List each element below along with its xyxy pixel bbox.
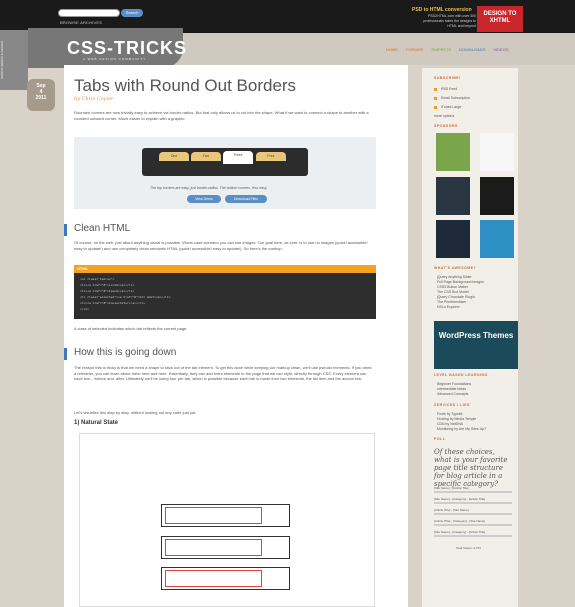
site-tagline: A WEB DESIGN COMMUNITY xyxy=(83,57,147,61)
email-icon xyxy=(434,97,437,100)
sponsor-ad[interactable] xyxy=(480,177,514,215)
awesome-item[interactable]: HSLa Explorer xyxy=(437,305,460,309)
search-button[interactable]: Search xyxy=(121,9,143,17)
awesome-item[interactable]: CSS3 Button Maker xyxy=(437,285,468,289)
nav-downloads[interactable]: DOWNLOADS xyxy=(459,47,485,52)
section-marker xyxy=(64,224,67,236)
poll-bar xyxy=(434,535,512,537)
awesome-item[interactable]: jQuery Anything Slider xyxy=(437,275,472,279)
poll-option[interactable]: [Article Title] - [Category] - [Site Nam… xyxy=(434,519,485,523)
sub-rss[interactable]: RSS Feed xyxy=(441,87,457,91)
learning-heading: LEVEL BASED LEARNING xyxy=(434,373,488,377)
sponsor-ad[interactable] xyxy=(436,133,470,171)
sponsor-ad[interactable] xyxy=(436,220,470,258)
poll-bar xyxy=(434,513,512,515)
code-line: </ul> xyxy=(80,307,90,311)
sub-itunes[interactable]: iTunes Large xyxy=(441,105,461,109)
sponsor-ad[interactable] xyxy=(480,133,514,171)
service-item[interactable]: Hosting by Media Temple xyxy=(437,417,476,421)
poll-option[interactable]: [Site Name] - [Category] - [Article Titl… xyxy=(434,497,485,501)
poll-option[interactable]: [Site Name] - [Category] - [Article Titl… xyxy=(434,530,485,534)
awesome-heading: WHAT'S AWESOME? xyxy=(434,266,477,270)
itunes-icon xyxy=(434,106,437,109)
figure-row-inner xyxy=(165,539,262,556)
learning-item[interactable]: Advanced Concepts xyxy=(437,392,468,396)
download-files-button[interactable]: Download Files xyxy=(225,195,267,203)
subscribe-heading: SUBSCRIBE! xyxy=(434,76,461,80)
sponsor-ad[interactable] xyxy=(436,177,470,215)
demo-tab-three[interactable]: Three xyxy=(223,151,253,164)
side-ribbon: WORDS WEBSITE DESIGN xyxy=(0,30,28,90)
service-item[interactable]: CDN by NetDNA xyxy=(437,422,463,426)
demo-tab-two[interactable]: Two xyxy=(191,152,221,161)
poll-total: Total Voters: 4,374 xyxy=(456,546,481,550)
learning-item[interactable]: Intermediate Ideas xyxy=(437,387,466,391)
site-logo[interactable]: CSS-TRICKS xyxy=(67,38,187,59)
sponsors-heading: SPONSORS xyxy=(434,124,458,128)
search-input[interactable] xyxy=(58,9,120,17)
section-marker xyxy=(64,348,67,360)
awesome-item[interactable]: The CSS Box Model xyxy=(437,290,469,294)
heading-how: How this is going down xyxy=(74,347,177,358)
services-heading: SERVICES I LIKE xyxy=(434,403,471,407)
clean-html-paragraph: Of course, on the web, just about anythi… xyxy=(74,240,368,251)
sponsor-ad[interactable] xyxy=(480,220,514,258)
psd-ad-description: PSD2HTML.com with over 300 professionals… xyxy=(423,14,476,28)
intro-paragraph: Rounded corners are now trivially easy t… xyxy=(74,110,369,121)
service-item[interactable]: Monitoring by Are My Sites Up? xyxy=(437,427,486,431)
awesome-item[interactable]: Full Page Background Images xyxy=(437,280,484,284)
poll-question: Of these choices, what is your favorite … xyxy=(434,448,508,488)
poll-option[interactable]: [Site Name] - [Article Title] xyxy=(434,486,469,490)
figure-row-inner xyxy=(165,570,262,587)
psd-ad-title[interactable]: PSD to HTML conversion xyxy=(412,7,472,13)
nav-forums[interactable]: FORUMS xyxy=(406,47,423,52)
service-item[interactable]: Fonts by Typekit xyxy=(437,412,462,416)
date-year: 2011 xyxy=(35,95,47,101)
how-paragraph: The reason this is tricky is that we nee… xyxy=(74,365,372,381)
code-label: HTML xyxy=(74,265,376,273)
code-block[interactable]: <ul class="tabrow"> <li><a href="#">Lore… xyxy=(74,273,376,319)
poll-bar xyxy=(434,524,512,526)
date-badge: Sep 4 2011 xyxy=(27,79,55,111)
browse-archives-link[interactable]: BROWSE ARCHIVES xyxy=(60,20,102,25)
nav-videos[interactable]: VIDEOS xyxy=(493,47,508,52)
visualize-paragraph: Let's visualize this step by step, witho… xyxy=(74,410,197,415)
awesome-item[interactable]: The Printfriendlizer xyxy=(437,300,466,304)
post-title[interactable]: Tabs with Round Out Borders xyxy=(74,76,296,96)
awesome-item[interactable]: jQuery Chocolate Plugin xyxy=(437,295,475,299)
rss-icon xyxy=(434,88,437,91)
poll-bar xyxy=(434,491,512,493)
heading-clean-html: Clean HTML xyxy=(74,223,131,234)
post-byline[interactable]: by Chris Coyier xyxy=(74,96,113,102)
poll-bar xyxy=(434,502,512,504)
figure-row-inner xyxy=(165,507,262,524)
sub-email[interactable]: Email Subscription xyxy=(441,96,470,100)
wordpress-themes-ad[interactable]: WordPress Themes xyxy=(434,321,518,369)
demo-tab-four[interactable]: Four xyxy=(256,152,286,161)
demo-caption: The top corners are easy, just border-ra… xyxy=(150,186,268,190)
sub-more[interactable]: more options xyxy=(434,114,454,118)
code-note: A class of selected indicates which tab … xyxy=(74,326,188,331)
main-nav: HOME FORUMS SNIPPETS DOWNLOADS VIDEOS xyxy=(386,47,509,52)
heading-natural-state: 1) Natural State xyxy=(74,420,119,426)
demo-tab-one[interactable]: One xyxy=(159,152,189,161)
learning-item[interactable]: Beginner Foundations xyxy=(437,382,471,386)
poll-option[interactable]: [Article Title] - [Site Name] xyxy=(434,508,469,512)
poll-heading: POLL xyxy=(434,437,446,441)
nav-home[interactable]: HOME xyxy=(386,47,398,52)
view-demo-button[interactable]: View Demo xyxy=(187,195,221,203)
nav-snippets[interactable]: SNIPPETS xyxy=(431,47,451,52)
psd-ad-logo[interactable]: DESIGN TO XHTML xyxy=(477,6,523,32)
